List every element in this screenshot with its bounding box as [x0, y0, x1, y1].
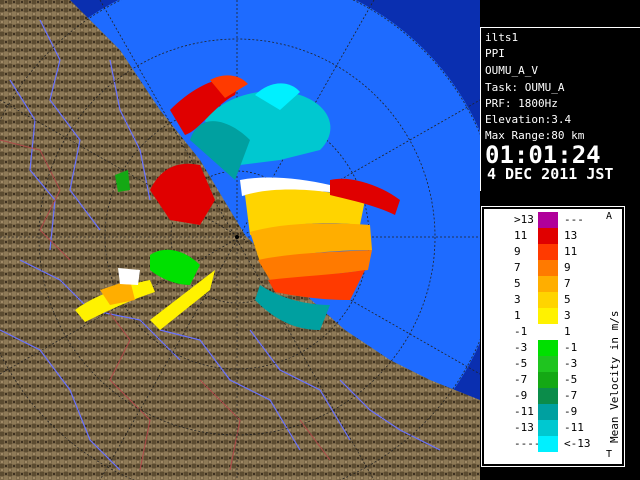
- legend-high-value: 5: [564, 293, 571, 306]
- legend-high-value: -5: [564, 373, 578, 386]
- legend-color-swatch: [538, 436, 558, 452]
- legend-color-swatch: [538, 244, 558, 260]
- legend-color-swatch: [538, 324, 558, 340]
- legend-color-swatch: [538, 404, 558, 420]
- legend-high-value: -3: [564, 357, 578, 370]
- legend-low-value: -13: [514, 421, 534, 434]
- legend-high-value: 1: [564, 325, 571, 338]
- scan-date: 4 DEC 2011 JST: [487, 165, 614, 183]
- legend-low-value: 11: [514, 229, 528, 242]
- legend-low-value: 5: [514, 277, 521, 290]
- scan-info-panel: ilts1 PPI OUMU_A_V Task: OUMU_A PRF: 180…: [480, 27, 640, 191]
- legend-low-value: 1: [514, 309, 521, 322]
- task-label: Task: OUMU_A: [485, 81, 565, 94]
- velocity-color-legend: A T Mean Velocity in m/s >13 --- 11 13 9 11 7 9…: [481, 206, 625, 467]
- legend-color-swatch: [538, 372, 558, 388]
- legend-low-value: -3: [514, 341, 528, 354]
- legend-color-swatch: [538, 260, 558, 276]
- legend-low-value: >13: [514, 213, 534, 226]
- legend-high-value: 3: [564, 309, 571, 322]
- legend-high-value: -11: [564, 421, 584, 434]
- legend-low-value: -7: [514, 373, 528, 386]
- legend-color-swatch: [538, 292, 558, 308]
- legend-color-swatch: [538, 308, 558, 324]
- legend-high-value: -7: [564, 389, 578, 402]
- legend-color-swatch: [538, 212, 558, 228]
- legend-high-value: 9: [564, 261, 571, 274]
- legend-color-swatch: [538, 356, 558, 372]
- site-name: ilts1: [485, 31, 519, 44]
- elevation-label: Elevation:3.4: [485, 113, 572, 126]
- legend-title: Mean Velocity in m/s: [608, 310, 621, 443]
- scan-type: PPI: [485, 47, 505, 60]
- legend-high-value: 13: [564, 229, 578, 242]
- legend-high-value: ---: [564, 213, 584, 226]
- legend-high-value: -1: [564, 341, 578, 354]
- radar-ppi-display: [0, 0, 480, 480]
- prf-label: PRF: 1800Hz: [485, 97, 558, 110]
- legend-low-value: 7: [514, 261, 521, 274]
- legend-title-wrap: Mean Velocity in m/s: [594, 221, 621, 451]
- legend-color-swatch: [538, 388, 558, 404]
- product-name: OUMU_A_V: [485, 64, 538, 77]
- legend-low-value: -11: [514, 405, 534, 418]
- radar-site-marker: [235, 235, 239, 239]
- legend-low-value: 9: [514, 245, 521, 258]
- legend-color-swatch: [538, 276, 558, 292]
- legend-high-value: <-13: [564, 437, 591, 450]
- legend-high-value: -9: [564, 405, 578, 418]
- legend-color-swatch: [538, 420, 558, 436]
- legend-color-swatch: [538, 340, 558, 356]
- legend-color-swatch: [538, 228, 558, 244]
- legend-low-value: ----: [514, 437, 541, 450]
- legend-low-value: -9: [514, 389, 528, 402]
- legend-low-value: 3: [514, 293, 521, 306]
- legend-low-value: -5: [514, 357, 528, 370]
- legend-high-value: 11: [564, 245, 578, 258]
- legend-low-value: -1: [514, 325, 528, 338]
- legend-high-value: 7: [564, 277, 571, 290]
